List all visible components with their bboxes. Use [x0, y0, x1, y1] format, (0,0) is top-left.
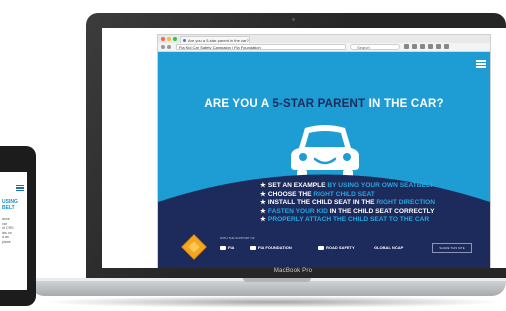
star-icon: ★: [260, 190, 266, 198]
forward-button[interactable]: [167, 45, 171, 49]
browser-toolbar: Fia Kid Car Safety Campaign | Fia Founda…: [158, 43, 490, 52]
laptop-camera: [292, 18, 295, 21]
star-icon: ★: [260, 199, 266, 206]
browser-titlebar: Are you a 5-star parent in the car?: [158, 35, 490, 43]
back-button[interactable]: [161, 45, 165, 49]
laptop-brand-label: MacBook Pro: [273, 268, 313, 274]
checklist-text: CHOOSE THE: [267, 190, 314, 198]
share-site-button[interactable]: SHARE THIS SITE: [432, 243, 472, 253]
checklist-text: SET AN EXAMPLE: [267, 182, 328, 189]
laptop-screen: Are you a 5-star parent in the car? Fia …: [102, 28, 506, 268]
navy-wave-background: [158, 174, 490, 268]
bookmarks-icon[interactable]: [412, 44, 417, 49]
favicon-icon: [183, 39, 186, 42]
partner-logo[interactable]: GLOBAL NCAP: [374, 245, 403, 250]
extension-icon[interactable]: [436, 44, 441, 49]
toolbar-icons: [404, 44, 449, 49]
partner-logo-icon: [220, 245, 226, 250]
home-icon[interactable]: [428, 44, 433, 49]
partner-logo-text: ROAD SAFETY: [326, 245, 355, 250]
laptop-shadow: [40, 296, 506, 308]
browser-window: Are you a 5-star parent in the car? Fia …: [157, 34, 491, 268]
search-field[interactable]: Search: [350, 44, 400, 50]
partner-logo-text: FIA FOUNDATION: [258, 245, 292, 250]
campaign-site: ARE YOU A 5-STAR PARENT IN THE CAR? ★ SET…: [158, 52, 490, 268]
star-icon: ★: [260, 216, 266, 223]
phone-menu-icon[interactable]: [16, 185, 24, 191]
phone-screen: USING BELT ance car of CRS ats on d as p…: [0, 172, 27, 290]
star-icon: ★: [260, 207, 266, 215]
maximize-window-button[interactable]: [173, 37, 177, 41]
phone-body-line: plane: [2, 239, 11, 244]
checklist-item: ★ FASTEN YOUR KID IN THE CHILD SEAT CORRE…: [260, 208, 435, 217]
close-window-button[interactable]: [161, 37, 165, 41]
checklist-item: ★ INSTALL THE CHILD SEAT IN THE RIGHT DIR…: [260, 199, 435, 208]
minimize-window-button[interactable]: [167, 37, 171, 41]
laptop-notch: [243, 278, 311, 282]
star-icon: ★: [260, 182, 266, 189]
window-controls: [161, 37, 177, 41]
browser-tab[interactable]: Are you a 5-star parent in the car?: [180, 36, 250, 43]
checklist-accent: PROPERLY ATTACH THE CHILD SEAT TO THE CA…: [267, 216, 430, 223]
partner-logo-icon: [250, 245, 256, 250]
download-icon[interactable]: [420, 44, 425, 49]
phone-headline-line: BELT: [2, 205, 15, 211]
phone-body-text: ance car of CRS ats on d as plane: [2, 217, 14, 245]
checklist-accent: BY USING YOUR OWN SEATBELT: [327, 182, 434, 189]
phone-headline: USING BELT: [2, 199, 18, 211]
checklist-item: ★ CHOOSE THE RIGHT CHILD SEAT: [260, 191, 435, 200]
checklist-accent: RIGHT DIRECTION: [376, 199, 435, 206]
partner-logo-text: FIA: [228, 245, 235, 250]
checklist-item: ★ PROPERLY ATTACH THE CHILD SEAT TO THE C…: [260, 216, 435, 225]
checklist-accent: RIGHT CHILD SEAT: [313, 190, 375, 198]
address-bar[interactable]: Fia Kid Car Safety Campaign | Fia Founda…: [176, 44, 346, 50]
safety-checklist: ★ SET AN EXAMPLE BY USING YOUR OWN SEATBE…: [260, 182, 435, 225]
checklist-text: INSTALL THE CHILD SEAT IN THE: [267, 199, 377, 206]
partner-logo[interactable]: FIA: [220, 245, 234, 250]
partner-logo-text: GLOBAL NCAP: [374, 245, 404, 250]
checklist-item: ★ SET AN EXAMPLE BY USING YOUR OWN SEATBE…: [260, 182, 435, 191]
checklist-text: IN THE CHILD SEAT CORRECTLY: [327, 207, 435, 215]
partners-caption: WITH THE SUPPORT OF: [220, 236, 255, 240]
partner-logo[interactable]: FIA FOUNDATION: [250, 245, 292, 250]
menu-icon[interactable]: [444, 44, 449, 49]
bookmark-star-icon[interactable]: [404, 44, 409, 49]
partner-logo[interactable]: ROAD SAFETY: [318, 245, 355, 250]
checklist-accent: FASTEN YOUR KID: [267, 207, 328, 215]
partner-logo-icon: [318, 245, 324, 250]
